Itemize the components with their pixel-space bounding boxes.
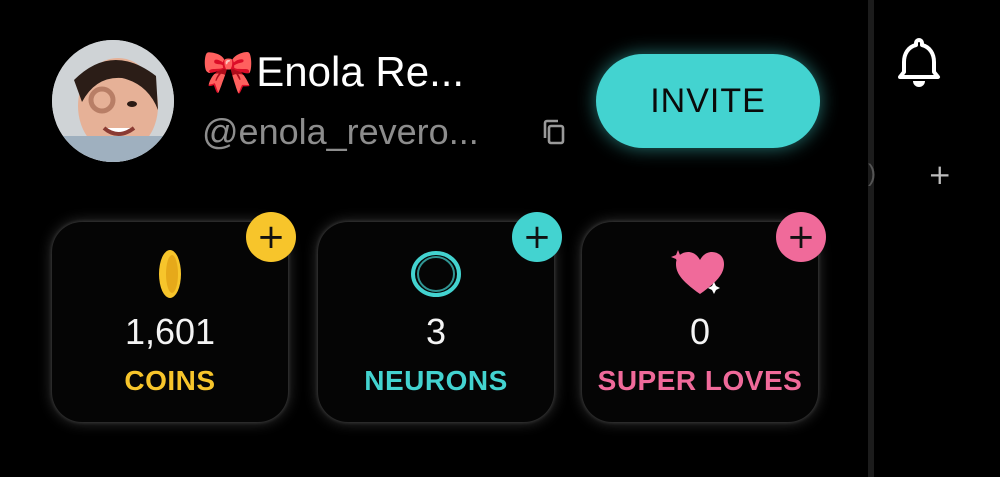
super-loves-card[interactable]: 0 SUPER LOVES + [582, 212, 826, 422]
super-loves-label: SUPER LOVES [597, 365, 803, 396]
super-loves-value: 0 [689, 311, 711, 352]
avatar-image [52, 40, 174, 162]
profile-name: 🎀Enola Re... [202, 46, 464, 98]
add-neurons-button[interactable]: + [512, 212, 562, 262]
coins-card[interactable]: 1,601 COINS + [52, 212, 296, 422]
profile-panel: 🎀Enola Re... @enola_revero... INVITE 1,6… [0, 0, 868, 477]
side-add-button[interactable]: + [928, 158, 951, 191]
bell-icon[interactable] [896, 36, 942, 88]
neurons-value: 3 [425, 311, 447, 352]
copy-icon[interactable] [540, 118, 568, 146]
coin-icon [52, 248, 288, 300]
partial-text: ) [868, 160, 876, 187]
invite-button[interactable]: INVITE [596, 54, 820, 148]
bow-emoji: 🎀 [202, 48, 255, 95]
neuron-ring-icon [318, 248, 554, 300]
sparkle-heart-icon [582, 248, 818, 300]
neurons-label: NEURONS [364, 365, 508, 396]
profile-handle: @enola_revero... [202, 111, 479, 152]
coins-label: COINS [124, 365, 216, 396]
profile-name-text: Enola Re... [256, 48, 465, 95]
coins-value: 1,601 [124, 311, 216, 352]
avatar[interactable] [52, 40, 174, 162]
neurons-card[interactable]: 3 NEURONS + [318, 212, 562, 422]
add-coins-button[interactable]: + [246, 212, 296, 262]
add-super-loves-button[interactable]: + [776, 212, 826, 262]
